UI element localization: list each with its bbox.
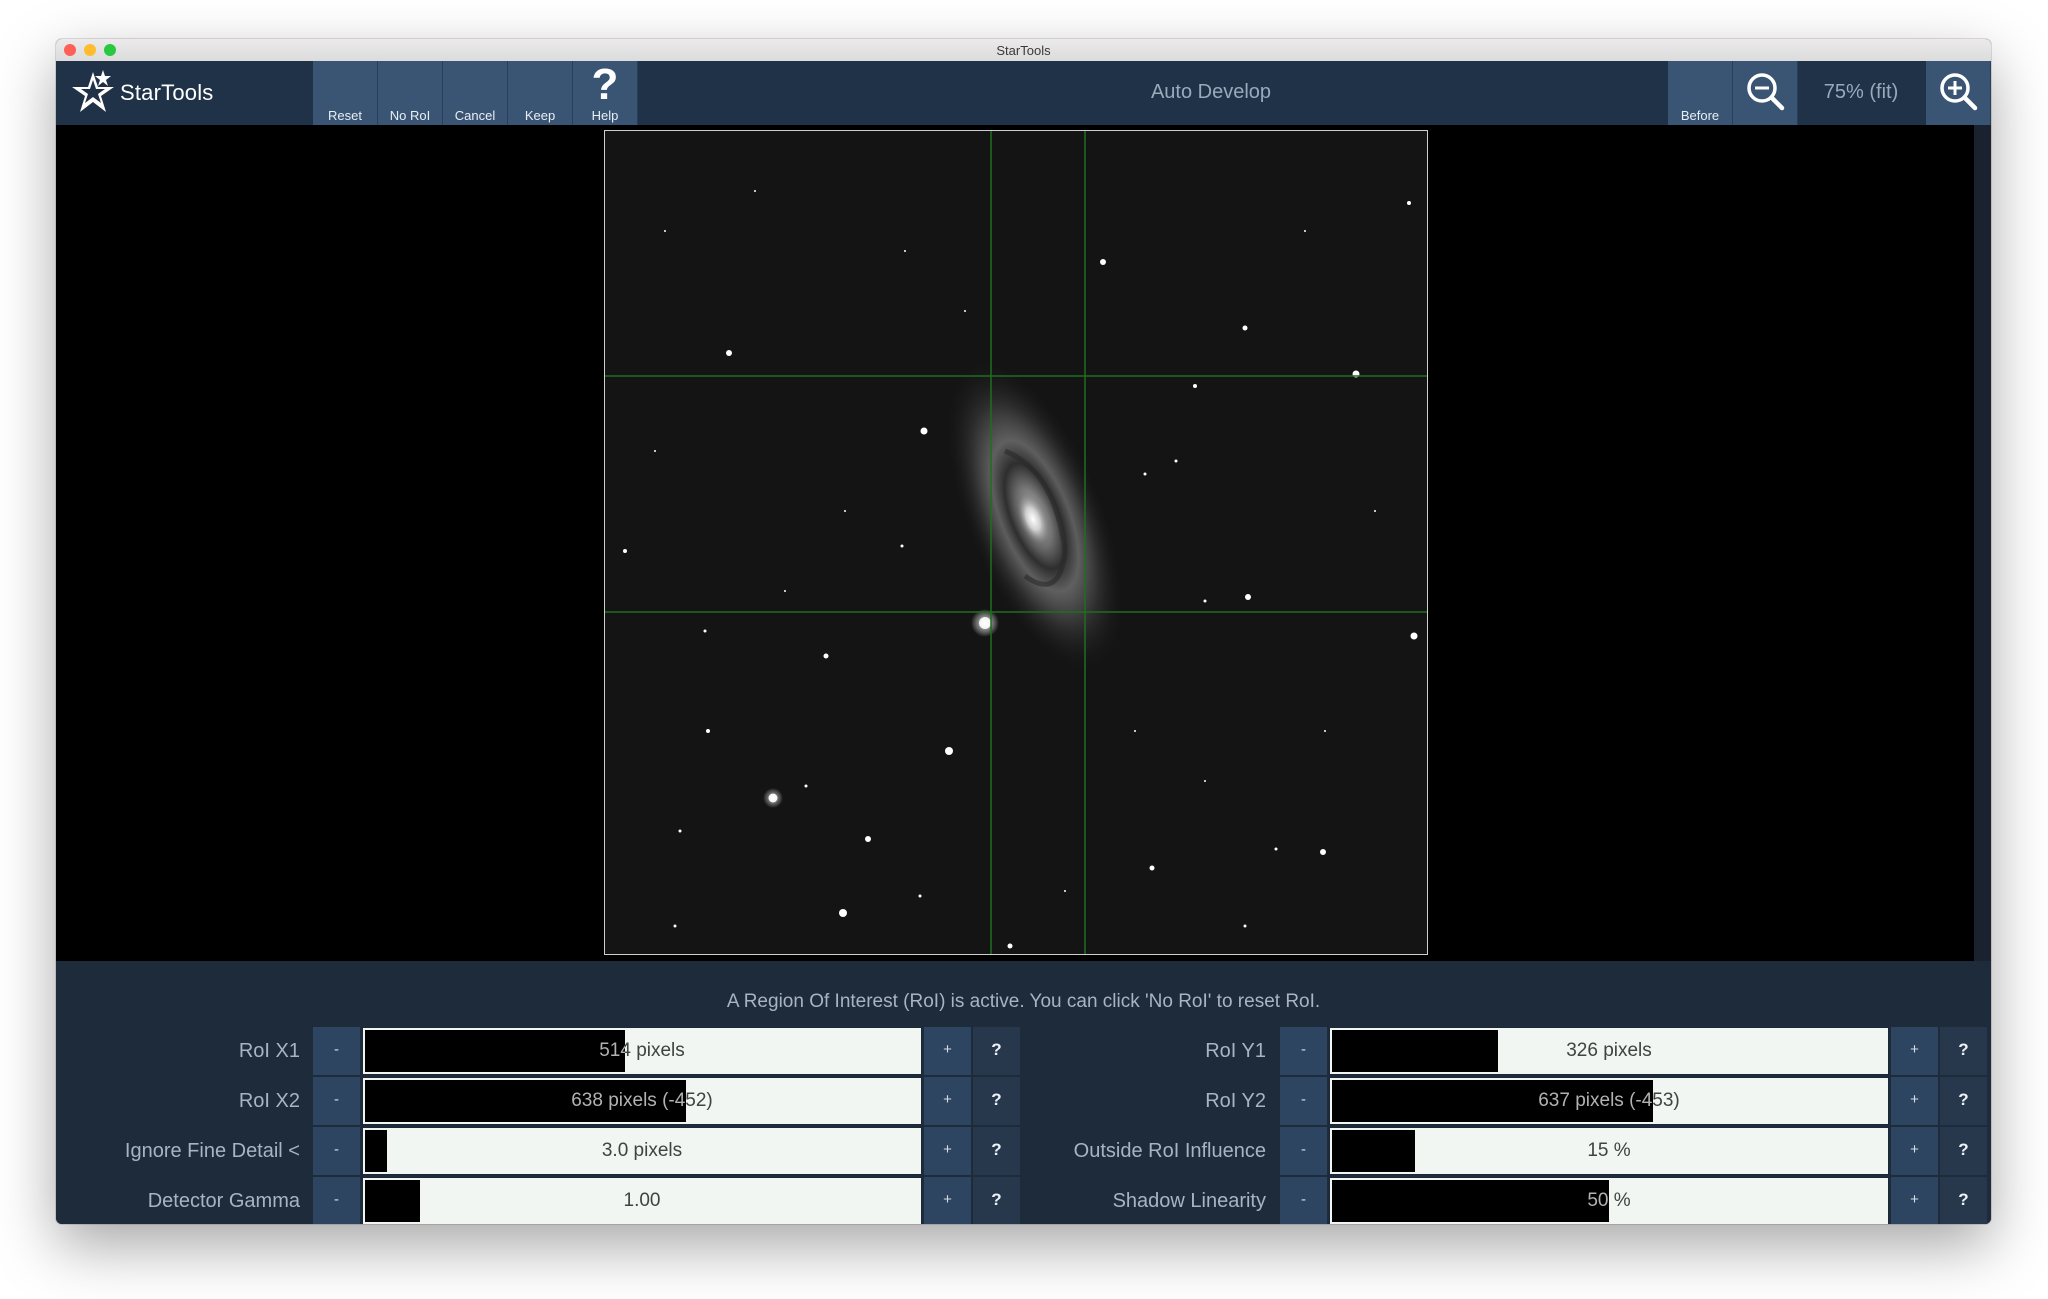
zoom-out-icon [1747,73,1785,111]
zoom-in-icon [1940,73,1978,111]
keep-button[interactable]: Keep [508,61,573,125]
shadow-linearity-slider[interactable]: 50 % [1329,1177,1889,1224]
outside-roi-influence-decrease-button[interactable]: - [1280,1127,1327,1175]
roi-x1-increase-button[interactable]: + [924,1027,971,1075]
ignore-fine-detail-increase-button[interactable]: + [924,1127,971,1175]
status-message: A Region Of Interest (RoI) is active. Yo… [726,991,1321,1012]
roi-x1-value: 514 pixels [599,1040,685,1061]
outside-roi-influence-label: Outside RoI Influence [1073,1140,1266,1162]
outside-roi-influence-help-button[interactable]: ? [1940,1127,1987,1175]
parameter-panel: A Region Of Interest (RoI) is active. Yo… [56,961,1991,1224]
roi-y2-increase-button[interactable]: + [1891,1077,1938,1125]
image-viewport[interactable] [56,125,1974,961]
toolbar: StarTools Reset No RoI Cancel Keep ? Hel… [56,60,1991,125]
roi-y2-decrease-button[interactable]: - [1280,1077,1327,1125]
detector-gamma-help-button[interactable]: ? [973,1177,1020,1224]
shadow-linearity-help-button[interactable]: ? [1940,1177,1987,1224]
star-logo-icon [72,70,114,112]
shadow-linearity-decrease-button[interactable]: - [1280,1177,1327,1224]
roi-y2-help-button[interactable]: ? [1940,1077,1987,1125]
roi-x1-slider[interactable]: 514 pixels [362,1027,922,1075]
ignore-fine-detail-slider[interactable]: 3.0 pixels [362,1127,922,1175]
ignore-fine-detail-label: Ignore Fine Detail < [124,1140,300,1162]
roi-y1-label: RoI Y1 [1205,1040,1266,1062]
logo-text: StarTools [120,80,214,105]
roi-y1-value: 326 pixels [1566,1040,1652,1061]
roi-x2-label: RoI X2 [238,1090,300,1112]
roi-y1-decrease-button[interactable]: - [1280,1027,1327,1075]
roi-x2-decrease-button[interactable]: - [313,1077,360,1125]
detector-gamma-increase-button[interactable]: + [924,1177,971,1224]
roi-y2-slider[interactable]: 637 pixels (-453) [1329,1077,1889,1125]
roi-y2-value: 637 pixels (-453) [1538,1090,1680,1111]
module-title: Auto Develop [1150,81,1272,103]
shadow-linearity-value: 50 % [1587,1190,1631,1211]
help-button[interactable]: ? Help [573,60,638,125]
roi-x2-slider[interactable]: 638 pixels (-452) [362,1077,922,1125]
startools-window: StarTools StarTools Reset No RoI Cancel … [56,39,1991,1224]
question-mark-icon: ? [591,60,619,109]
detector-gamma-label: Detector Gamma [147,1190,300,1212]
astro-image[interactable] [604,130,1428,955]
no-roi-button[interactable]: No RoI [378,61,443,125]
outside-roi-influence-increase-button[interactable]: + [1891,1127,1938,1175]
detector-gamma-slider[interactable]: 1.00 [362,1177,922,1224]
roi-x2-increase-button[interactable]: + [924,1077,971,1125]
shadow-linearity-label: Shadow Linearity [1112,1190,1266,1212]
roi-x1-label: RoI X1 [238,1040,300,1062]
roi-x1-help-button[interactable]: ? [973,1027,1020,1075]
roi-x2-value: 638 pixels (-452) [571,1090,713,1111]
zoom-in-button[interactable] [1926,61,1991,125]
roi-y1-increase-button[interactable]: + [1891,1027,1938,1075]
outside-roi-influence-slider[interactable]: 15 % [1329,1127,1889,1175]
reset-button[interactable]: Reset [313,61,378,125]
roi-y2-label: RoI Y2 [1205,1090,1266,1112]
roi-x1-decrease-button[interactable]: - [313,1027,360,1075]
startools-logo: StarTools [70,67,214,119]
detector-gamma-value: 1.00 [623,1190,661,1211]
before-button[interactable]: Before [1668,61,1733,125]
ignore-fine-detail-decrease-button[interactable]: - [313,1127,360,1175]
title-bar: StarTools [56,39,1991,62]
shadow-linearity-increase-button[interactable]: + [1891,1177,1938,1224]
ignore-fine-detail-value: 3.0 pixels [601,1140,683,1161]
roi-y1-help-button[interactable]: ? [1940,1027,1987,1075]
cancel-button[interactable]: Cancel [443,61,508,125]
ignore-fine-detail-help-button[interactable]: ? [973,1127,1020,1175]
zoom-out-button[interactable] [1733,61,1798,125]
zoom-level-display: 75% (fit) [1823,81,1899,103]
roi-y1-slider[interactable]: 326 pixels [1329,1027,1889,1075]
galaxy-image [605,131,1427,954]
window-title: StarTools [996,43,1051,58]
vertical-scrollbar[interactable] [1974,125,1991,961]
detector-gamma-decrease-button[interactable]: - [313,1177,360,1224]
roi-x2-help-button[interactable]: ? [973,1077,1020,1125]
outside-roi-influence-value: 15 % [1587,1140,1631,1161]
